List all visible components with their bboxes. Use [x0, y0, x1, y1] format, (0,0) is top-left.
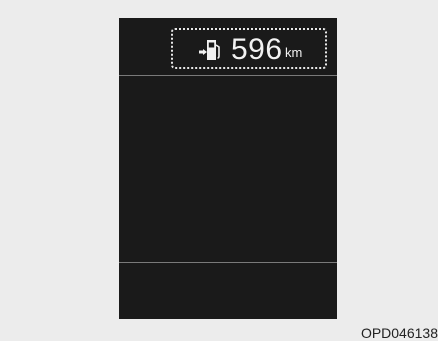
figure-code: OPD046138: [360, 325, 438, 341]
display-divider-bottom: [119, 262, 337, 263]
display-divider-top: [119, 75, 337, 76]
cluster-display: 596 km: [119, 18, 337, 319]
fuel-range-value: 596: [231, 33, 283, 66]
fuel-range-highlight: 596 km: [171, 28, 327, 69]
fuel-pump-icon: [207, 40, 220, 60]
fuel-range-unit: km: [285, 45, 303, 60]
fuel-door-arrow-icon: [199, 49, 207, 55]
